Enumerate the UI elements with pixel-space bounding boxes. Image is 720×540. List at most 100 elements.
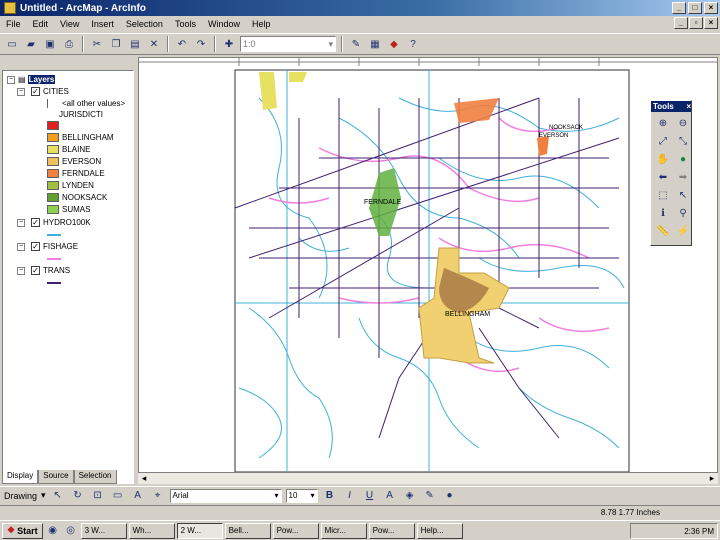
back-arrow-icon[interactable]: ⬅	[654, 169, 672, 185]
toc-layer-hydro[interactable]: − ✓ HYDRO100K	[17, 217, 91, 228]
maximize-button[interactable]: □	[688, 2, 702, 14]
find-icon[interactable]: ⚲	[674, 205, 692, 221]
select-pointer-icon[interactable]: ↖	[50, 488, 66, 504]
select-elements-icon[interactable]: ↖	[674, 187, 692, 203]
select-features-icon[interactable]: ⬚	[654, 187, 672, 203]
legend-symbol-row	[47, 253, 61, 264]
doc-minimize-button[interactable]: _	[674, 17, 688, 29]
font-size-dropdown[interactable]: 10 ▾	[285, 488, 318, 503]
print-icon[interactable]: ⎙	[61, 36, 77, 52]
marker-color-icon[interactable]: ●	[442, 488, 458, 504]
menu-insert[interactable]: Insert	[89, 19, 116, 29]
undo-icon[interactable]: ↶	[174, 36, 190, 52]
zoom-out-icon[interactable]: ⊖	[674, 115, 692, 131]
layer-visibility-checkbox[interactable]: ✓	[31, 266, 40, 275]
taskbar-item[interactable]: Pow...	[272, 522, 319, 539]
quicklaunch-icon[interactable]: ◉	[45, 523, 61, 539]
tab-display[interactable]: Display	[2, 470, 39, 484]
hyperlink-icon[interactable]: ⚡	[674, 223, 692, 239]
add-data-icon[interactable]: ✚	[221, 36, 237, 52]
tab-selection[interactable]: Selection	[73, 470, 117, 484]
legend-class-row: LYNDEN	[47, 180, 94, 191]
underline-icon[interactable]: U	[362, 488, 378, 504]
pan-icon[interactable]: ✋	[654, 151, 672, 167]
toc-root-row[interactable]: − ▤ Layers	[7, 74, 56, 85]
identify-icon[interactable]: ℹ	[654, 205, 672, 221]
doc-restore-button[interactable]: ▫	[689, 17, 703, 29]
tab-source[interactable]: Source	[38, 470, 74, 484]
zoom-page-icon[interactable]: ⊡	[90, 488, 106, 504]
font-color-icon[interactable]: A	[382, 488, 398, 504]
arccatalog-icon[interactable]: ▦	[367, 36, 383, 52]
text-tool-icon[interactable]: A	[130, 488, 146, 504]
map-canvas[interactable]: FERNDALE BELLINGHAM EVERSON NOOKSACK	[139, 58, 717, 472]
map-scale-dropdown[interactable]: 1:0 ▾	[240, 36, 336, 52]
tools-title-bar[interactable]: Tools ×	[651, 101, 691, 112]
menu-edit[interactable]: Edit	[31, 19, 51, 29]
zoom-in-icon[interactable]: ⊕	[654, 115, 672, 131]
new-icon[interactable]: ▭	[4, 36, 20, 52]
close-icon[interactable]: ×	[686, 102, 691, 111]
delete-icon[interactable]: ✕	[146, 36, 162, 52]
rotate-icon[interactable]: ↻	[70, 488, 86, 504]
collapse-icon[interactable]: −	[17, 218, 25, 227]
toc-layer-cities[interactable]: − ✓ CITIES	[17, 86, 69, 97]
menu-help[interactable]: Help	[250, 19, 273, 29]
save-icon[interactable]: ▣	[42, 36, 58, 52]
measure-icon[interactable]: 📏	[654, 223, 672, 239]
editor-toolbar-icon[interactable]: ✎	[348, 36, 364, 52]
full-extent-icon[interactable]: ●	[674, 151, 692, 167]
edit-vertices-icon[interactable]: ⌖	[150, 488, 166, 504]
scroll-left-icon[interactable]: ◂	[138, 473, 150, 484]
cut-icon[interactable]: ✂	[89, 36, 105, 52]
close-button[interactable]: ×	[704, 2, 718, 14]
bold-icon[interactable]: B	[322, 488, 338, 504]
taskbar-item[interactable]: Wh...	[128, 522, 175, 539]
paste-icon[interactable]: ▤	[127, 36, 143, 52]
line-color-icon[interactable]: ✎	[422, 488, 438, 504]
whats-this-icon[interactable]: ?	[405, 36, 421, 52]
taskbar-item[interactable]: Pow...	[368, 522, 415, 539]
taskbar-item[interactable]: 2 W...	[176, 522, 223, 539]
fill-color-icon[interactable]: ◈	[402, 488, 418, 504]
menu-selection[interactable]: Selection	[124, 19, 165, 29]
toc-layer-trans[interactable]: − ✓ TRANS	[17, 265, 70, 276]
taskbar-item[interactable]: Micr...	[320, 522, 367, 539]
layer-visibility-checkbox[interactable]: ✓	[31, 242, 40, 251]
collapse-icon[interactable]: −	[17, 242, 25, 251]
collapse-icon[interactable]: −	[17, 87, 25, 96]
taskbar-item[interactable]: Help...	[416, 522, 463, 539]
doc-close-button[interactable]: ×	[704, 17, 718, 29]
fixed-zoom-out-icon[interactable]: ⤡	[674, 133, 692, 149]
scroll-right-icon[interactable]: ▸	[706, 473, 718, 484]
collapse-icon[interactable]: −	[7, 75, 15, 84]
menu-view[interactable]: View	[58, 19, 81, 29]
quicklaunch-icon[interactable]: ◎	[63, 523, 79, 539]
drawing-menu[interactable]: Drawing	[4, 491, 37, 501]
open-icon[interactable]: ▰	[23, 36, 39, 52]
map-display[interactable]: FERNDALE BELLINGHAM EVERSON NOOKSACK	[138, 57, 718, 484]
chevron-down-icon[interactable]: ▾	[41, 490, 46, 501]
taskbar-item[interactable]: Bell...	[224, 522, 271, 539]
italic-icon[interactable]: I	[342, 488, 358, 504]
copy-icon[interactable]: ❐	[108, 36, 124, 52]
menu-tools[interactable]: Tools	[173, 19, 198, 29]
layer-visibility-checkbox[interactable]: ✓	[31, 218, 40, 227]
toc-layer-fishage[interactable]: − ✓ FISHAGE	[17, 241, 78, 252]
rectangle-icon[interactable]: ▭	[110, 488, 126, 504]
redo-icon[interactable]: ↷	[193, 36, 209, 52]
menu-window[interactable]: Window	[206, 19, 242, 29]
layer-visibility-checkbox[interactable]: ✓	[31, 87, 40, 96]
legend-swatch	[47, 193, 59, 202]
menu-file[interactable]: File	[4, 19, 23, 29]
collapse-icon[interactable]: −	[17, 266, 25, 275]
forward-arrow-icon[interactable]: ➡	[674, 169, 692, 185]
legend-class-row	[47, 120, 62, 131]
arctoolbox-icon[interactable]: ◆	[386, 36, 402, 52]
taskbar-item[interactable]: 3 W...	[80, 522, 127, 539]
start-button[interactable]: ❖ Start	[2, 522, 43, 539]
minimize-button[interactable]: _	[672, 2, 686, 14]
map-horizontal-scrollbar[interactable]: ◂ ▸	[138, 472, 718, 484]
font-dropdown[interactable]: Arial ▾	[169, 488, 282, 503]
fixed-zoom-in-icon[interactable]: ⤢	[654, 133, 672, 149]
